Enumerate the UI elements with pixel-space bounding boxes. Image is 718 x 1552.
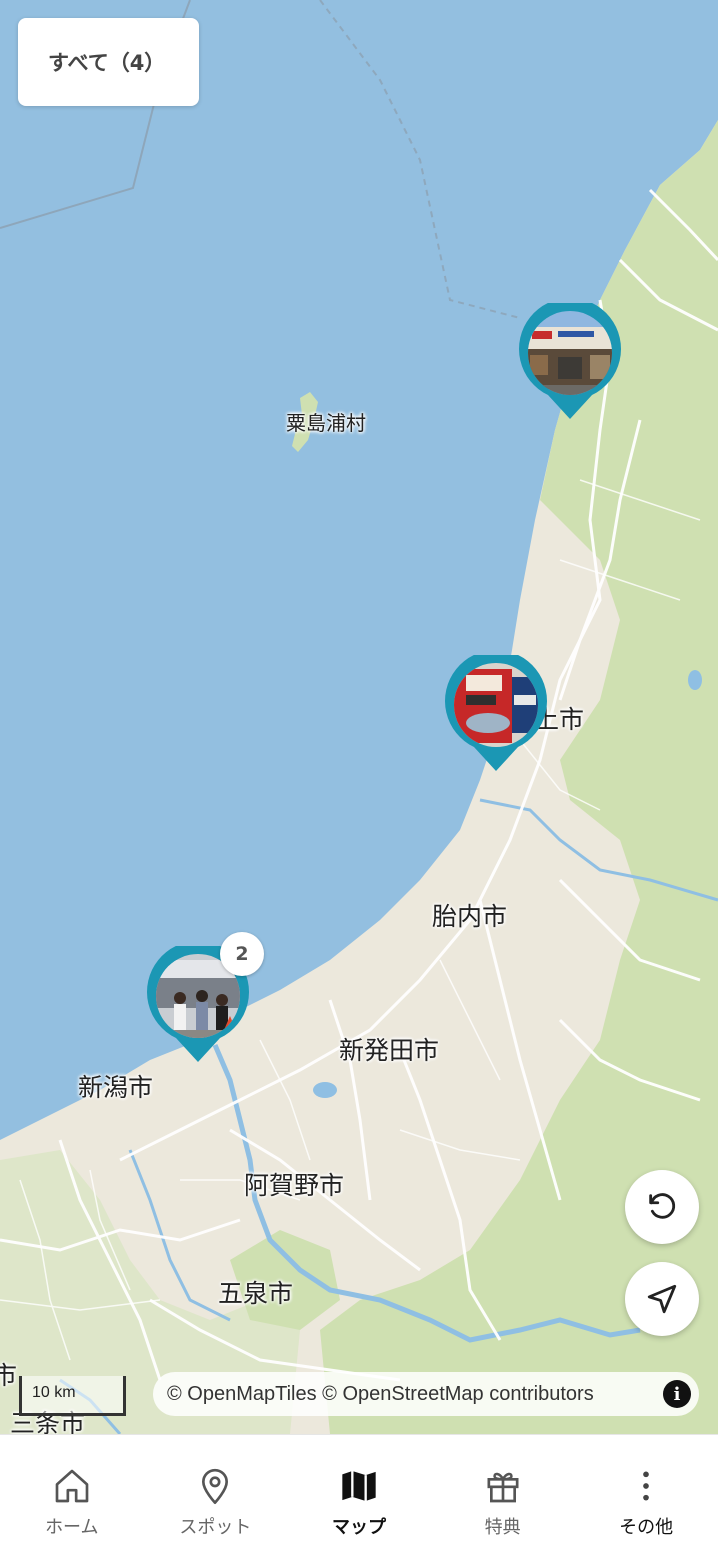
gift-icon [482, 1465, 524, 1507]
label-tainai: 胎内市 [432, 902, 508, 931]
tab-map-label: マップ [331, 1517, 386, 1538]
rotate-ccw-icon [649, 1193, 676, 1219]
label-niigata: 新潟市 [78, 1073, 154, 1102]
tab-spot[interactable]: スポット [144, 1435, 288, 1552]
pin-middle[interactable] [444, 655, 548, 775]
market-storefront-photo [519, 303, 621, 419]
filter-all-button[interactable]: すべて（4） [18, 18, 199, 106]
info-icon[interactable]: i [663, 1380, 691, 1408]
label-agano: 阿賀野市 [244, 1171, 345, 1200]
home-icon [51, 1465, 93, 1507]
reset-view-button[interactable] [625, 1170, 699, 1244]
tab-more-label: その他 [619, 1517, 674, 1538]
tab-home[interactable]: ホーム [0, 1435, 144, 1552]
map-icon [338, 1465, 380, 1507]
current-location-button[interactable] [625, 1262, 699, 1336]
map-scale: 10 km [19, 1376, 126, 1416]
label-edge-city: 市 [0, 1361, 18, 1390]
label-shibata: 新発田市 [339, 1036, 440, 1065]
tab-benefits-label: 特典 [484, 1517, 521, 1538]
navigation-arrow-icon [647, 1284, 677, 1314]
red-shop-banner-photo [445, 655, 547, 771]
map-attribution: © OpenMapTiles © OpenStreetMap contribut… [153, 1372, 699, 1416]
pin-count-badge: 2 [220, 932, 264, 976]
label-island: 粟島浦村 [286, 411, 366, 435]
tab-map[interactable]: マップ [287, 1435, 431, 1552]
label-gosen: 五泉市 [218, 1279, 294, 1308]
pin-south[interactable]: 2 [146, 932, 264, 1066]
pin-north[interactable] [518, 303, 622, 423]
tab-more[interactable]: その他 [574, 1435, 718, 1552]
bottom-tab-bar: ホーム スポット マップ 特典 その他 [0, 1434, 718, 1552]
more-vertical-icon [625, 1465, 667, 1507]
tab-spot-label: スポット [179, 1517, 252, 1538]
map-view[interactable]: 粟島浦村 上市 胎内市 新発田市 新潟市 阿賀野市 五泉市 三条市 市 2 すべ… [0, 0, 718, 1434]
map-pin-icon [194, 1465, 236, 1507]
map-base [0, 0, 718, 1434]
tab-benefits[interactable]: 特典 [431, 1435, 575, 1552]
attribution-text: © OpenMapTiles © OpenStreetMap contribut… [167, 1382, 594, 1405]
tab-home-label: ホーム [45, 1517, 99, 1538]
